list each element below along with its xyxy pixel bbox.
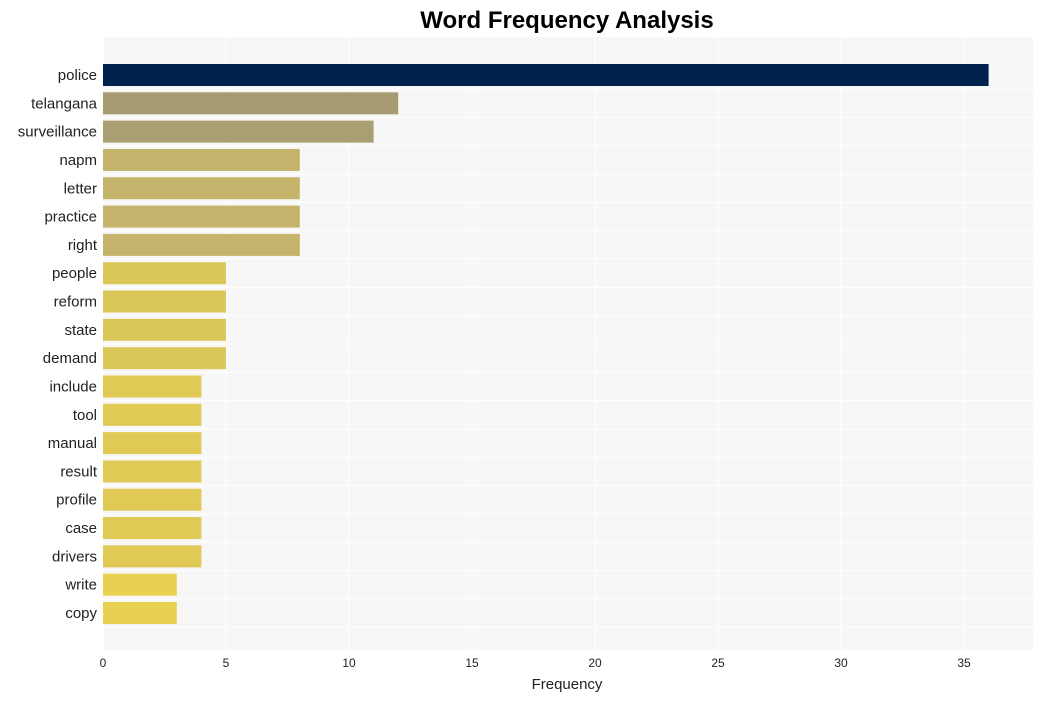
x-tick-label: 30 (834, 656, 848, 670)
x-tick-label: 20 (588, 656, 602, 670)
chart-title: Word Frequency Analysis (420, 7, 713, 34)
y-tick-label: napm (59, 152, 97, 169)
y-tick-label: profile (56, 492, 97, 509)
x-tick-label: 5 (223, 656, 230, 670)
y-tick-label: right (68, 237, 98, 254)
bar-people (103, 262, 226, 285)
y-tick-label: reform (54, 294, 97, 311)
bar-surveillance (103, 120, 374, 143)
bar-tool (103, 403, 202, 426)
bar-letter (103, 177, 300, 200)
y-tick-label: copy (65, 605, 97, 622)
bar-practice (103, 205, 300, 228)
bar-case (103, 517, 202, 540)
bar-result (103, 460, 202, 483)
y-tick-label: surveillance (18, 124, 97, 141)
bar-copy (103, 602, 177, 624)
x-tick-label: 10 (342, 656, 356, 670)
y-tick-label: manual (48, 435, 97, 452)
bar-include (103, 375, 202, 398)
bar-state (103, 318, 226, 341)
y-tick-label: practice (44, 209, 97, 226)
y-tick-label: people (52, 265, 97, 282)
bar-telangana (103, 92, 399, 115)
y-tick-label: tool (73, 407, 97, 424)
y-tick-label: letter (64, 180, 97, 197)
bar-right (103, 233, 300, 256)
bar-police (103, 64, 989, 86)
bar-demand (103, 347, 226, 370)
x-tick-labels: 0 5 10 15 20 25 30 35 (100, 656, 971, 670)
bar-reform (103, 290, 226, 313)
word-frequency-chart: police telangana surveillance napm letter pra… (18, 7, 1033, 693)
x-tick-label: 0 (100, 656, 107, 670)
bar-drivers (103, 545, 202, 568)
y-tick-label: state (64, 322, 97, 339)
x-tick-label: 25 (711, 656, 725, 670)
x-tick-label: 15 (465, 656, 479, 670)
y-tick-labels: police telangana surveillance napm letter pra… (18, 67, 98, 622)
bar-write (103, 573, 177, 596)
y-tick-label: drivers (52, 548, 97, 565)
y-tick-label: include (49, 378, 97, 395)
bar-manual (103, 432, 202, 455)
bar-profile (103, 488, 202, 511)
bar-napm (103, 148, 300, 171)
y-tick-label: demand (43, 350, 97, 367)
y-tick-label: police (58, 67, 97, 84)
y-tick-label: write (64, 577, 97, 594)
y-tick-label: telangana (31, 95, 98, 112)
x-axis-label: Frequency (532, 676, 603, 693)
y-tick-label: result (60, 463, 98, 480)
y-tick-label: case (65, 520, 97, 537)
x-tick-label: 35 (957, 656, 971, 670)
